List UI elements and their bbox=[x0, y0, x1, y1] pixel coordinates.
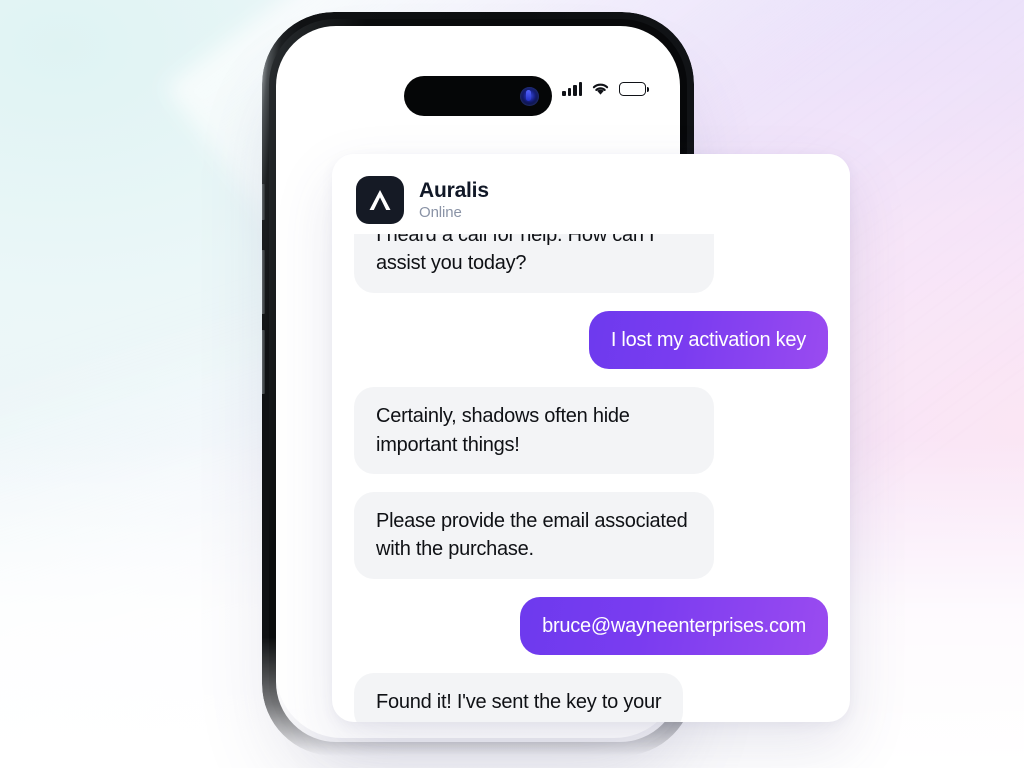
chat-brand-name: Auralis bbox=[419, 178, 489, 202]
phone-status-bar bbox=[276, 70, 680, 116]
message-row-bot: Please provide the email associated with… bbox=[354, 491, 828, 579]
chat-bubble-bot: Found it! I've sent the key to your bbox=[354, 673, 684, 722]
battery-icon bbox=[619, 82, 650, 96]
cellular-signal-icon bbox=[562, 81, 582, 96]
chat-bubble-bot: Please provide the email associated with… bbox=[354, 491, 714, 579]
chat-bubble-bot: I heard a call for help. How can I assis… bbox=[354, 234, 714, 293]
chat-message-list[interactable]: I heard a call for help. How can I assis… bbox=[332, 234, 850, 722]
chat-widget-card: Auralis Online I heard a call for help. … bbox=[332, 154, 850, 722]
message-row-user: I lost my activation key bbox=[354, 310, 828, 370]
message-row-bot: Found it! I've sent the key to your bbox=[354, 673, 828, 722]
message-row-user: bruce@wayneenterprises.com bbox=[354, 596, 828, 656]
message-row-bot: I heard a call for help. How can I assis… bbox=[354, 234, 828, 293]
chat-bubble-user: I lost my activation key bbox=[588, 310, 828, 370]
wifi-icon bbox=[591, 81, 610, 96]
chat-bubble-user: bruce@wayneenterprises.com bbox=[520, 596, 828, 656]
chat-header: Auralis Online bbox=[332, 154, 850, 234]
dynamic-island bbox=[404, 76, 552, 116]
auralis-lambda-logo-icon bbox=[356, 176, 404, 224]
front-camera-lens-icon bbox=[520, 86, 539, 106]
status-bar-icons bbox=[562, 81, 650, 96]
chat-bubble-bot: Certainly, shadows often hide important … bbox=[354, 387, 714, 474]
message-row-bot: Certainly, shadows often hide important … bbox=[354, 387, 828, 474]
chat-status-badge: Online bbox=[419, 203, 462, 221]
screenshot-stage: Auralis Online I heard a call for help. … bbox=[0, 0, 1024, 768]
chat-brand-meta: Auralis Online bbox=[419, 179, 489, 221]
